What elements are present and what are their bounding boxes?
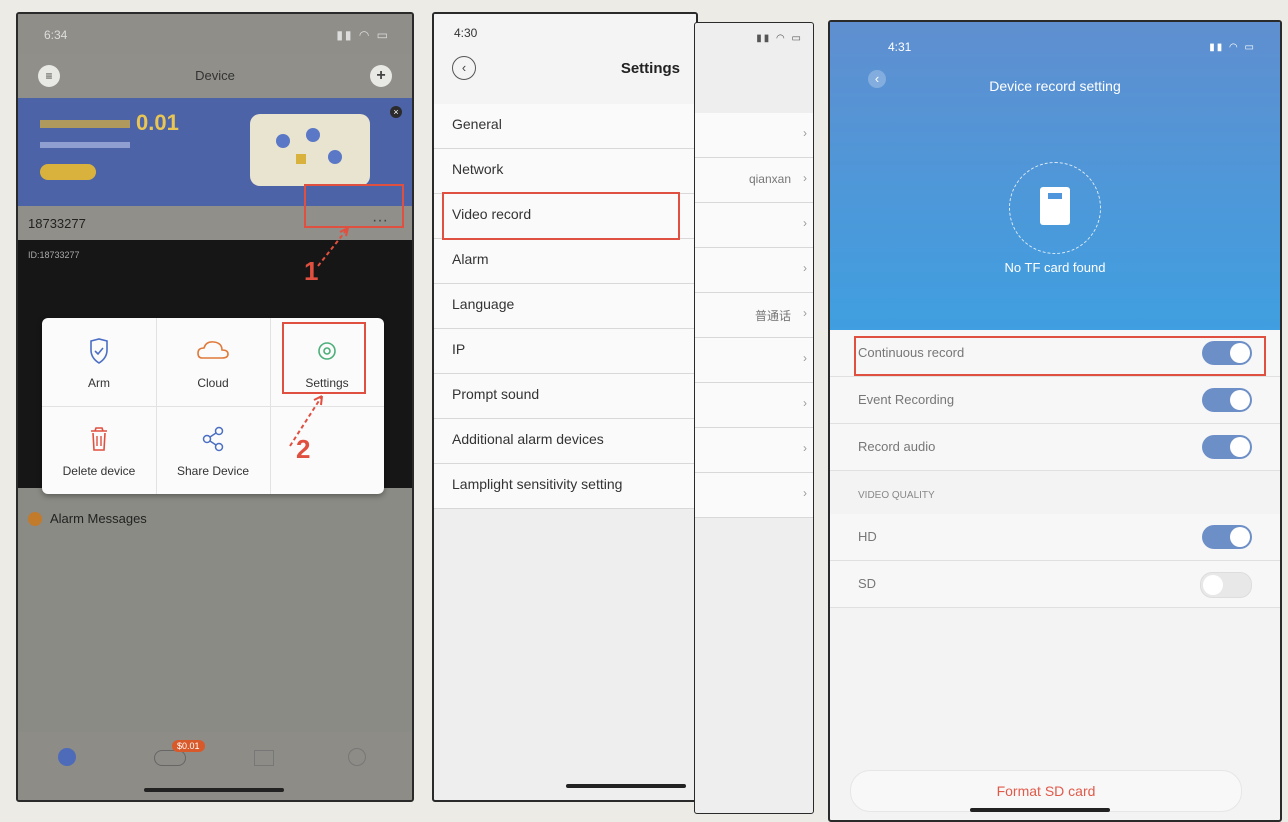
- settings-item-general[interactable]: General: [434, 104, 696, 149]
- sd-toggle[interactable]: [1200, 572, 1252, 598]
- chevron-right-icon: ›: [803, 441, 807, 455]
- sd-card-ring: [1009, 162, 1101, 254]
- page-title: Settings: [620, 60, 680, 77]
- settings-values-column: ▮▮ ◠ ▭ › qianxan › › › 普通话 › › › › ›: [694, 22, 814, 814]
- settings-value-row[interactable]: ›: [695, 203, 813, 248]
- page-title: Device record setting: [989, 78, 1121, 94]
- settings-item-additional-alarm-devices[interactable]: Additional alarm devices: [434, 419, 696, 464]
- step-number-1: 1: [304, 256, 319, 286]
- settings-item-ip[interactable]: IP: [434, 329, 696, 374]
- record-audio-toggle[interactable]: [1202, 435, 1252, 459]
- settings-value-row[interactable]: 普通话 ›: [695, 293, 813, 338]
- settings-value-row[interactable]: ›: [695, 338, 813, 383]
- toggle-label: SD: [858, 576, 877, 591]
- home-indicator: [970, 808, 1110, 812]
- toggle-row-sd: SD: [830, 561, 1280, 608]
- phone-device-list-screen: 6:34 ▮▮ ◠ ▭ ≡ Device + 0.01 × 18733277 ·…: [16, 12, 414, 802]
- annotation-arrows: [289, 227, 349, 447]
- back-icon[interactable]: ‹: [452, 56, 476, 80]
- format-sd-card-button[interactable]: Format SD card: [850, 770, 1242, 812]
- signal-wifi-battery-icons: ▮▮ ◠ ▭: [756, 33, 803, 44]
- settings-item-label: General: [452, 116, 502, 132]
- settings-value-row[interactable]: ›: [695, 473, 813, 518]
- settings-value-row[interactable]: ›: [695, 428, 813, 473]
- phone-settings-screen: 4:30 ‹ Settings General Network Video re…: [432, 12, 698, 802]
- hd-toggle[interactable]: [1202, 525, 1252, 549]
- chevron-right-icon: ›: [803, 351, 807, 365]
- chevron-right-icon: ›: [803, 171, 807, 185]
- settings-value: 普通话: [754, 309, 791, 323]
- chevron-right-icon: ›: [803, 396, 807, 410]
- highlight-video-record: [442, 192, 680, 240]
- settings-item-network[interactable]: Network: [434, 149, 696, 194]
- status-time: 4:31: [888, 40, 912, 54]
- settings-item-label: Prompt sound: [452, 386, 540, 402]
- chevron-right-icon: ›: [803, 216, 807, 230]
- toggle-row-record-audio: Record audio: [830, 424, 1280, 471]
- toggle-label: HD: [858, 529, 877, 544]
- highlight-continuous-record: [854, 336, 1266, 376]
- toggle-row-event-recording: Event Recording: [830, 377, 1280, 424]
- video-quality-section-title: VIDEO QUALITY: [858, 490, 935, 501]
- settings-item-label: Lamplight sensitivity setting: [452, 476, 623, 492]
- toggle-label: Record audio: [858, 439, 936, 454]
- chevron-right-icon: ›: [803, 261, 807, 275]
- settings-item-label: Language: [452, 296, 515, 312]
- settings-item-alarm[interactable]: Alarm: [434, 239, 696, 284]
- chevron-right-icon: ›: [803, 306, 807, 320]
- step-number-2: 2: [296, 434, 311, 464]
- settings-header: 4:30 ‹ Settings: [434, 14, 696, 114]
- settings-item-label: Network: [452, 161, 504, 177]
- settings-item-prompt-sound[interactable]: Prompt sound: [434, 374, 696, 419]
- record-header-panel: 4:31 ▮▮ ◠ ▭ ‹ Device record setting No T…: [830, 22, 1280, 334]
- settings-item-label: IP: [452, 341, 466, 357]
- status-time: 4:30: [454, 26, 478, 40]
- phone-device-record-setting-screen: 4:31 ▮▮ ◠ ▭ ‹ Device record setting No T…: [828, 20, 1282, 822]
- settings-item-label: Additional alarm devices: [452, 431, 604, 447]
- sd-card-icon: [1040, 187, 1070, 225]
- settings-value-row[interactable]: qianxan ›: [695, 158, 813, 203]
- settings-value-row[interactable]: ›: [695, 113, 813, 158]
- chevron-right-icon: ›: [803, 126, 807, 140]
- chevron-right-icon: ›: [803, 486, 807, 500]
- home-indicator: [566, 784, 686, 788]
- sd-status-text: No TF card found: [1004, 260, 1106, 275]
- settings-item-language[interactable]: Language: [434, 284, 696, 329]
- settings-value-row[interactable]: ›: [695, 383, 813, 428]
- settings-item-lamplight-sensitivity[interactable]: Lamplight sensitivity setting: [434, 464, 696, 509]
- signal-wifi-battery-icons: ▮▮ ◠ ▭: [1209, 42, 1256, 53]
- settings-item-label: Alarm: [452, 251, 489, 267]
- toggle-row-hd: HD: [830, 514, 1280, 561]
- event-recording-toggle[interactable]: [1202, 388, 1252, 412]
- toggle-label: Event Recording: [858, 392, 955, 407]
- settings-value: qianxan: [748, 172, 791, 186]
- settings-value-row[interactable]: ›: [695, 248, 813, 293]
